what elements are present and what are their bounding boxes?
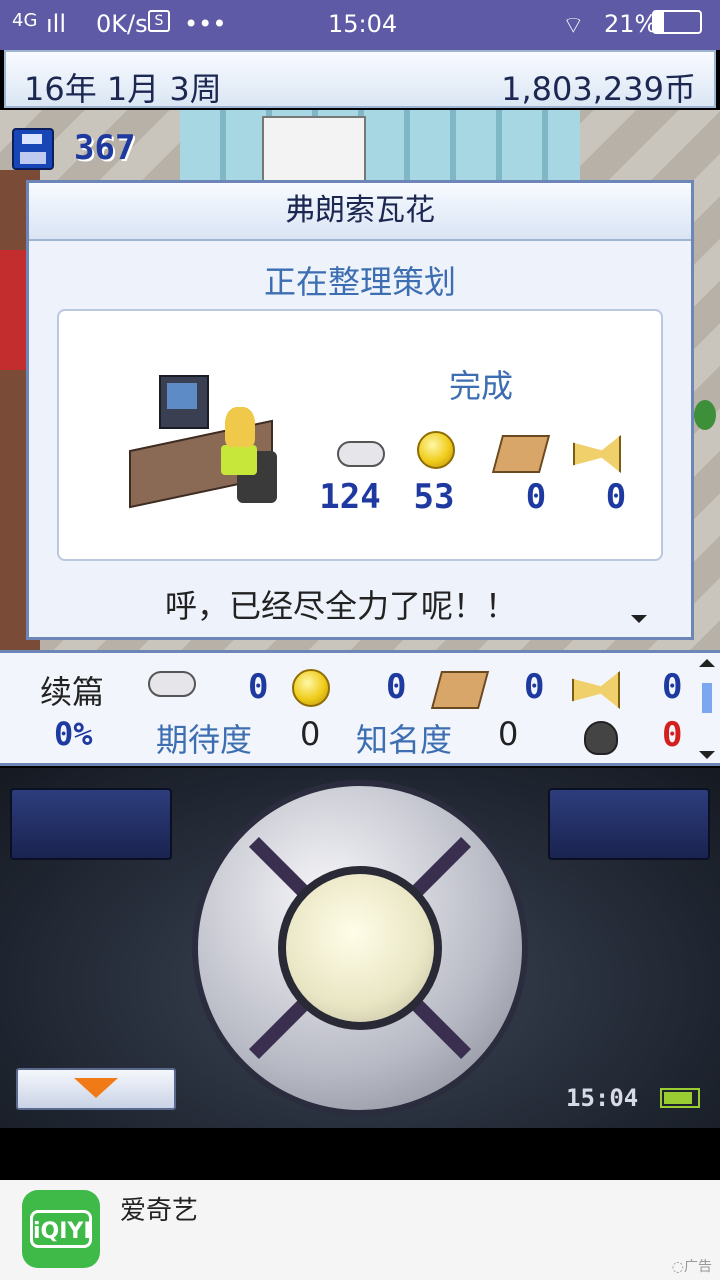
horn-icon	[572, 671, 620, 709]
game-date: 16年 1月 3周	[24, 70, 222, 108]
gamepad-icon	[337, 441, 385, 467]
scroll-up-icon[interactable]	[699, 659, 715, 667]
fame-value: 0	[498, 715, 519, 753]
game-header: 16年 1月 3周 1,803,239币	[4, 50, 716, 108]
stats-panel: 续篇 0 0 0 0 0% 期待度 0 知名度 0 0	[0, 650, 720, 766]
sequel-label: 续篇	[40, 673, 105, 711]
dialog-subtitle: 正在整理策划	[263, 263, 456, 301]
plant	[694, 400, 716, 430]
whiteboard	[262, 116, 366, 190]
brush-icon	[491, 435, 551, 473]
worker-illustration	[129, 375, 279, 515]
brush-icon	[430, 671, 490, 709]
bug-value: 0	[662, 715, 683, 755]
money-display: 1,803,239币	[501, 70, 696, 108]
fame-label: 知名度	[356, 721, 453, 759]
coin-icon	[292, 669, 330, 707]
gamepad-icon	[148, 671, 196, 697]
done-label: 完成	[449, 367, 514, 405]
worker-body	[221, 445, 257, 475]
battery-icon	[652, 10, 702, 34]
dpad[interactable]	[192, 780, 528, 1116]
iqiyi-logo-icon[interactable]: iQIYI	[22, 1190, 100, 1268]
more-icon: •••	[184, 10, 227, 38]
panel-sound-value: 0	[662, 667, 683, 707]
panel-creativity-value: 0	[386, 667, 407, 707]
monitor-icon	[159, 375, 209, 429]
battery-percent: 21%	[604, 10, 658, 38]
stat-fun-value: 124	[319, 477, 381, 517]
scroll-thumb[interactable]	[702, 683, 712, 713]
panel-fun-value: 0	[248, 667, 269, 707]
expectation-value: 0	[300, 715, 321, 753]
wifi-icon: ⌔	[562, 11, 585, 39]
dialog-card: 完成 124 53 0 0	[57, 309, 663, 561]
stat-graphics-value: 0	[525, 477, 547, 517]
worker-head	[225, 407, 255, 447]
ad-label: ◌广告	[671, 1259, 712, 1275]
controller-clock: 15:04	[566, 1084, 639, 1112]
left-shoulder-button[interactable]	[10, 788, 172, 860]
status-bar: 4G ıll 0K/s S ••• 15:04 ⌔ 21%	[0, 0, 720, 50]
red-shelf	[0, 250, 26, 370]
battery-icon	[660, 1088, 700, 1108]
coin-icon	[417, 431, 455, 469]
progress-dialog[interactable]: 弗朗索瓦花 正在整理策划 完成 124 53 0 0 呼，已经尽全力了呢！！	[26, 180, 694, 640]
virtual-controller: 15:04	[0, 768, 720, 1128]
stat-sound-value: 0	[605, 477, 627, 517]
scroll-down-icon[interactable]	[699, 751, 715, 759]
dialog-message: 呼，已经尽全力了呢！！	[165, 587, 518, 625]
ad-app-name[interactable]: 爱奇艺	[120, 1190, 198, 1227]
s-badge-icon: S	[148, 10, 170, 32]
status-time: 15:04	[328, 10, 398, 38]
progress-percent: 0%	[54, 715, 93, 753]
right-shoulder-button[interactable]	[548, 788, 710, 860]
horn-icon	[573, 435, 621, 473]
ad-banner[interactable]: iQIYI 爱奇艺 ◌广告	[0, 1180, 720, 1280]
panel-graphics-value: 0	[524, 667, 545, 707]
bug-icon	[584, 721, 618, 755]
save-disk-icon[interactable]	[12, 128, 54, 170]
dpad-center-button[interactable]	[278, 866, 442, 1030]
panel-scrollbar[interactable]	[698, 659, 716, 759]
arrow-down-icon	[74, 1078, 118, 1098]
network-type: 4G	[12, 10, 38, 31]
network-speed: 0K/s	[96, 10, 148, 38]
save-count: 367	[74, 128, 136, 168]
window-wall	[180, 110, 580, 190]
logo-text: iQIYI	[30, 1210, 92, 1248]
stat-creativity-value: 53	[413, 477, 455, 517]
menu-toggle-button[interactable]	[16, 1068, 176, 1110]
expectation-label: 期待度	[156, 721, 253, 759]
dialog-title: 弗朗索瓦花	[29, 183, 691, 241]
continue-arrow-icon[interactable]	[631, 615, 647, 623]
signal-icon: ıll	[46, 10, 67, 38]
